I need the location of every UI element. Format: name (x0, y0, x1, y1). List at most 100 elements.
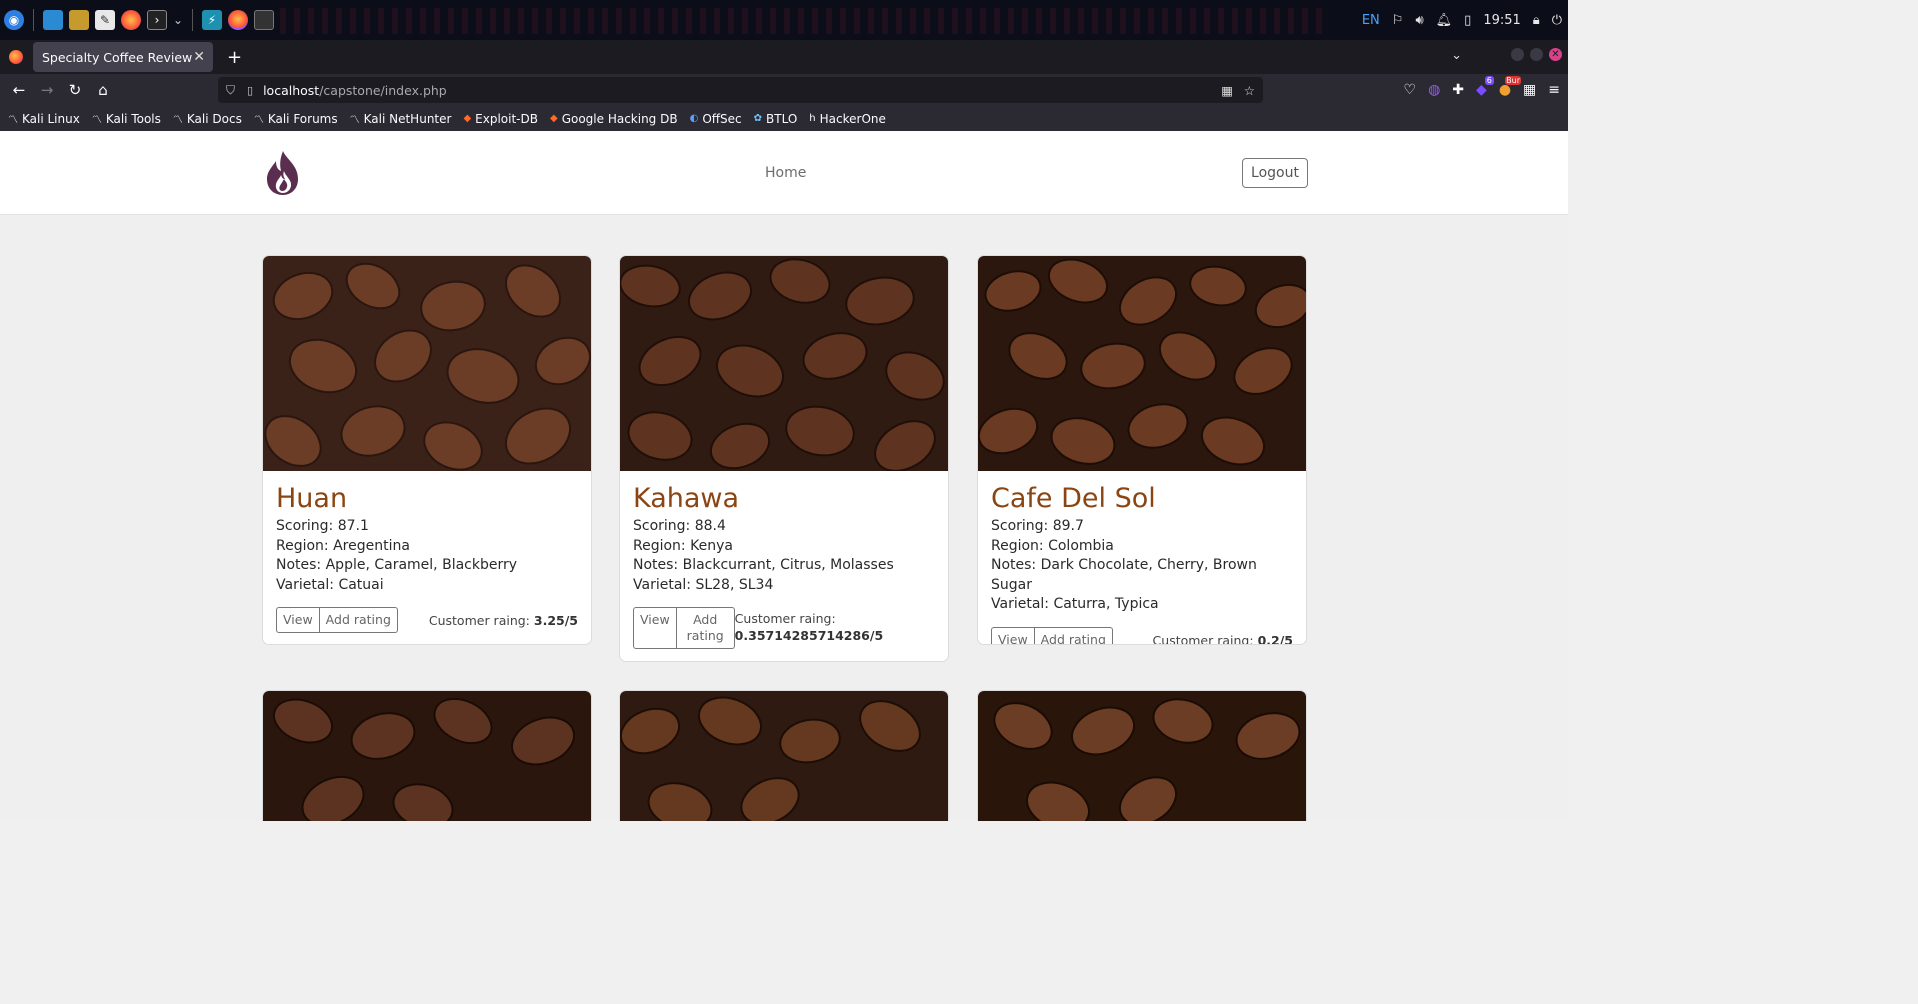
bookmarks-toolbar: 〽 Kali Linux 〽 Kali Tools 〽 Kali Docs 〽 Kali… (0, 106, 1568, 131)
card-body: Kahawa Scoring: 88.4 Region: Kenya Notes… (620, 471, 948, 661)
window-controls: ✕ (1511, 48, 1562, 61)
coffee-beans-image (978, 691, 1306, 821)
taskbar-wallpaper-pattern (280, 8, 1330, 34)
bookmark-kali-linux[interactable]: 〽 Kali Linux (8, 111, 80, 127)
qr-code-icon[interactable]: ▦ (1221, 83, 1233, 98)
pocket-icon[interactable]: ♡ (1404, 82, 1417, 98)
notification-bell-icon[interactable]: 🔔︎ (1436, 13, 1453, 28)
coffee-name: Huan (276, 483, 348, 514)
list-all-tabs-icon[interactable]: ⌄ (1451, 48, 1462, 63)
maximize-button[interactable] (1530, 48, 1543, 61)
bookmark-google-hacking-db[interactable]: ◆ Google Hacking DB (550, 112, 678, 126)
exploitdb-icon: ◆ (549, 113, 558, 124)
firefox-window-icon[interactable] (228, 10, 248, 30)
coffee-card-huan: Huan Scoring: 87.1 Region: Aregentina No… (262, 255, 592, 645)
firefox-icon[interactable] (121, 10, 141, 30)
add-rating-button[interactable]: Add rating (676, 607, 735, 649)
bookmark-label: OffSec (702, 111, 742, 126)
customer-rating: Customer raing: 0.35714285714286/5 (735, 607, 883, 644)
card-actions: View Add rating (991, 626, 1113, 644)
back-icon[interactable]: ← (5, 76, 33, 104)
home-icon[interactable]: ⌂ (89, 76, 117, 104)
close-window-button[interactable]: ✕ (1549, 48, 1562, 61)
reload-icon[interactable]: ↻ (61, 76, 89, 104)
bookmark-kali-docs[interactable]: 〽 Kali Docs (172, 111, 242, 127)
grid-icon[interactable]: ▦ (1523, 82, 1536, 98)
extensions-icon[interactable]: ✚ (1452, 82, 1464, 98)
bookmark-label: Kali Linux (22, 111, 80, 126)
bookmark-label: Kali Tools (105, 111, 161, 126)
view-button[interactable]: View (276, 607, 320, 633)
bookmark-kali-nethunter[interactable]: 〽 Kali NetHunter (350, 111, 452, 127)
bookmark-label: Google Hacking DB (561, 111, 678, 126)
coffee-beans-image (263, 691, 591, 821)
coffee-varietal: Varietal: SL28, SL34 (633, 576, 774, 593)
forward-icon[interactable]: → (33, 76, 61, 104)
rating-label: Customer raing: (1152, 632, 1254, 645)
chevron-down-icon[interactable]: ⌄ (173, 10, 183, 30)
lock-icon[interactable]: 🔒︎ (1533, 13, 1540, 28)
power-icon[interactable]: ⏻ (1552, 13, 1562, 28)
coffee-scoring: Scoring: 89.7 (991, 518, 1084, 534)
add-rating-button[interactable]: Add rating (1034, 626, 1113, 644)
view-button[interactable]: View (633, 607, 677, 649)
profile-icon[interactable]: ◍ (1428, 82, 1440, 98)
desktop-icon[interactable] (43, 10, 63, 30)
bookmark-star-icon[interactable]: ☆ (1244, 83, 1255, 98)
coffee-region: Region: Aregentina (276, 537, 410, 554)
rating-value: 0.2/5 (1257, 632, 1293, 645)
coffee-scoring: Scoring: 88.4 (633, 518, 726, 534)
coffee-region: Region: Kenya (633, 537, 733, 554)
url-path: /capstone/index.php (319, 82, 447, 98)
card-actions: View Add rating (276, 607, 398, 633)
terminal-window-icon[interactable] (254, 10, 274, 30)
tab-title: Specialty Coffee Review (42, 49, 193, 65)
bookmark-hackerone[interactable]: h HackerOne (809, 112, 886, 126)
rating-value: 0.35714285714286/5 (734, 628, 884, 643)
bookmark-kali-tools[interactable]: 〽 Kali Tools (92, 111, 161, 127)
coffee-notes: Notes: Apple, Caramel, Blackberry (276, 557, 518, 573)
volume-icon[interactable]: 🔊︎ (1415, 13, 1423, 28)
bookmark-exploit-db[interactable]: ◆ Exploit-DB (463, 112, 538, 126)
tab-specialty-coffee-review[interactable]: Specialty Coffee Review ✕ (33, 42, 213, 72)
rating-value: 3.25/5 (533, 613, 578, 628)
card-footer: View Add rating Customer raing: 0.3571428… (633, 607, 935, 649)
view-button[interactable]: View (991, 626, 1035, 644)
shield-icon[interactable]: ⛉ (226, 83, 235, 98)
text-editor-icon[interactable]: ✎ (95, 10, 115, 30)
bookmark-offsec[interactable]: ◐ OffSec (690, 112, 742, 126)
firefox-view-icon[interactable] (9, 50, 23, 64)
bookmark-label: Kali Docs (186, 111, 242, 126)
bookmark-btlo[interactable]: ✿ BTLO (754, 112, 798, 126)
network-icon[interactable]: ⚐ (1392, 13, 1404, 28)
nav-home-link[interactable]: Home (765, 165, 806, 181)
bookmark-kali-forums[interactable]: 〽 Kali Forums (254, 111, 338, 127)
burp-suite-icon[interactable]: ⚡ (202, 10, 222, 30)
minimize-button[interactable] (1511, 48, 1524, 61)
url-bar[interactable]: ⛉ ▯ localhost/capstone/index.php ▦ ☆ (218, 77, 1263, 103)
new-tab-button[interactable]: + (227, 47, 242, 68)
flame-logo-icon[interactable] (264, 149, 302, 197)
kali-dragon-icon: 〽 (172, 115, 183, 126)
language-indicator[interactable]: EN (1362, 13, 1380, 28)
bookmark-label: BTLO (766, 111, 798, 126)
customer-rating: Customer raing: 3.25/5 (429, 607, 578, 629)
file-manager-icon[interactable] (69, 10, 89, 30)
burp-extension-icon[interactable]: ● Bur (1499, 76, 1522, 98)
clock[interactable]: 19:51 (1483, 13, 1520, 28)
coffee-card-row2-3 (977, 690, 1307, 821)
add-rating-button[interactable]: Add rating (319, 607, 398, 633)
kali-menu-icon[interactable]: ◉ (4, 10, 24, 30)
terminal-icon[interactable]: › (147, 10, 167, 30)
extension-badge-icon[interactable]: ◆ 6 (1476, 76, 1494, 98)
page-info-icon[interactable]: ▯ (247, 84, 253, 97)
logout-button[interactable]: Logout (1242, 158, 1308, 188)
coffee-card-row2-1 (262, 690, 592, 821)
coffee-beans-image (620, 691, 948, 821)
coffee-name: Kahawa (633, 483, 740, 514)
battery-icon[interactable]: ▯ (1464, 13, 1471, 28)
card-footer: View Add rating Customer raing: 3.25/5 (276, 607, 578, 633)
menu-icon[interactable]: ≡ (1548, 82, 1560, 98)
url-text[interactable]: localhost/capstone/index.php (263, 83, 447, 98)
close-tab-icon[interactable]: ✕ (193, 49, 205, 65)
